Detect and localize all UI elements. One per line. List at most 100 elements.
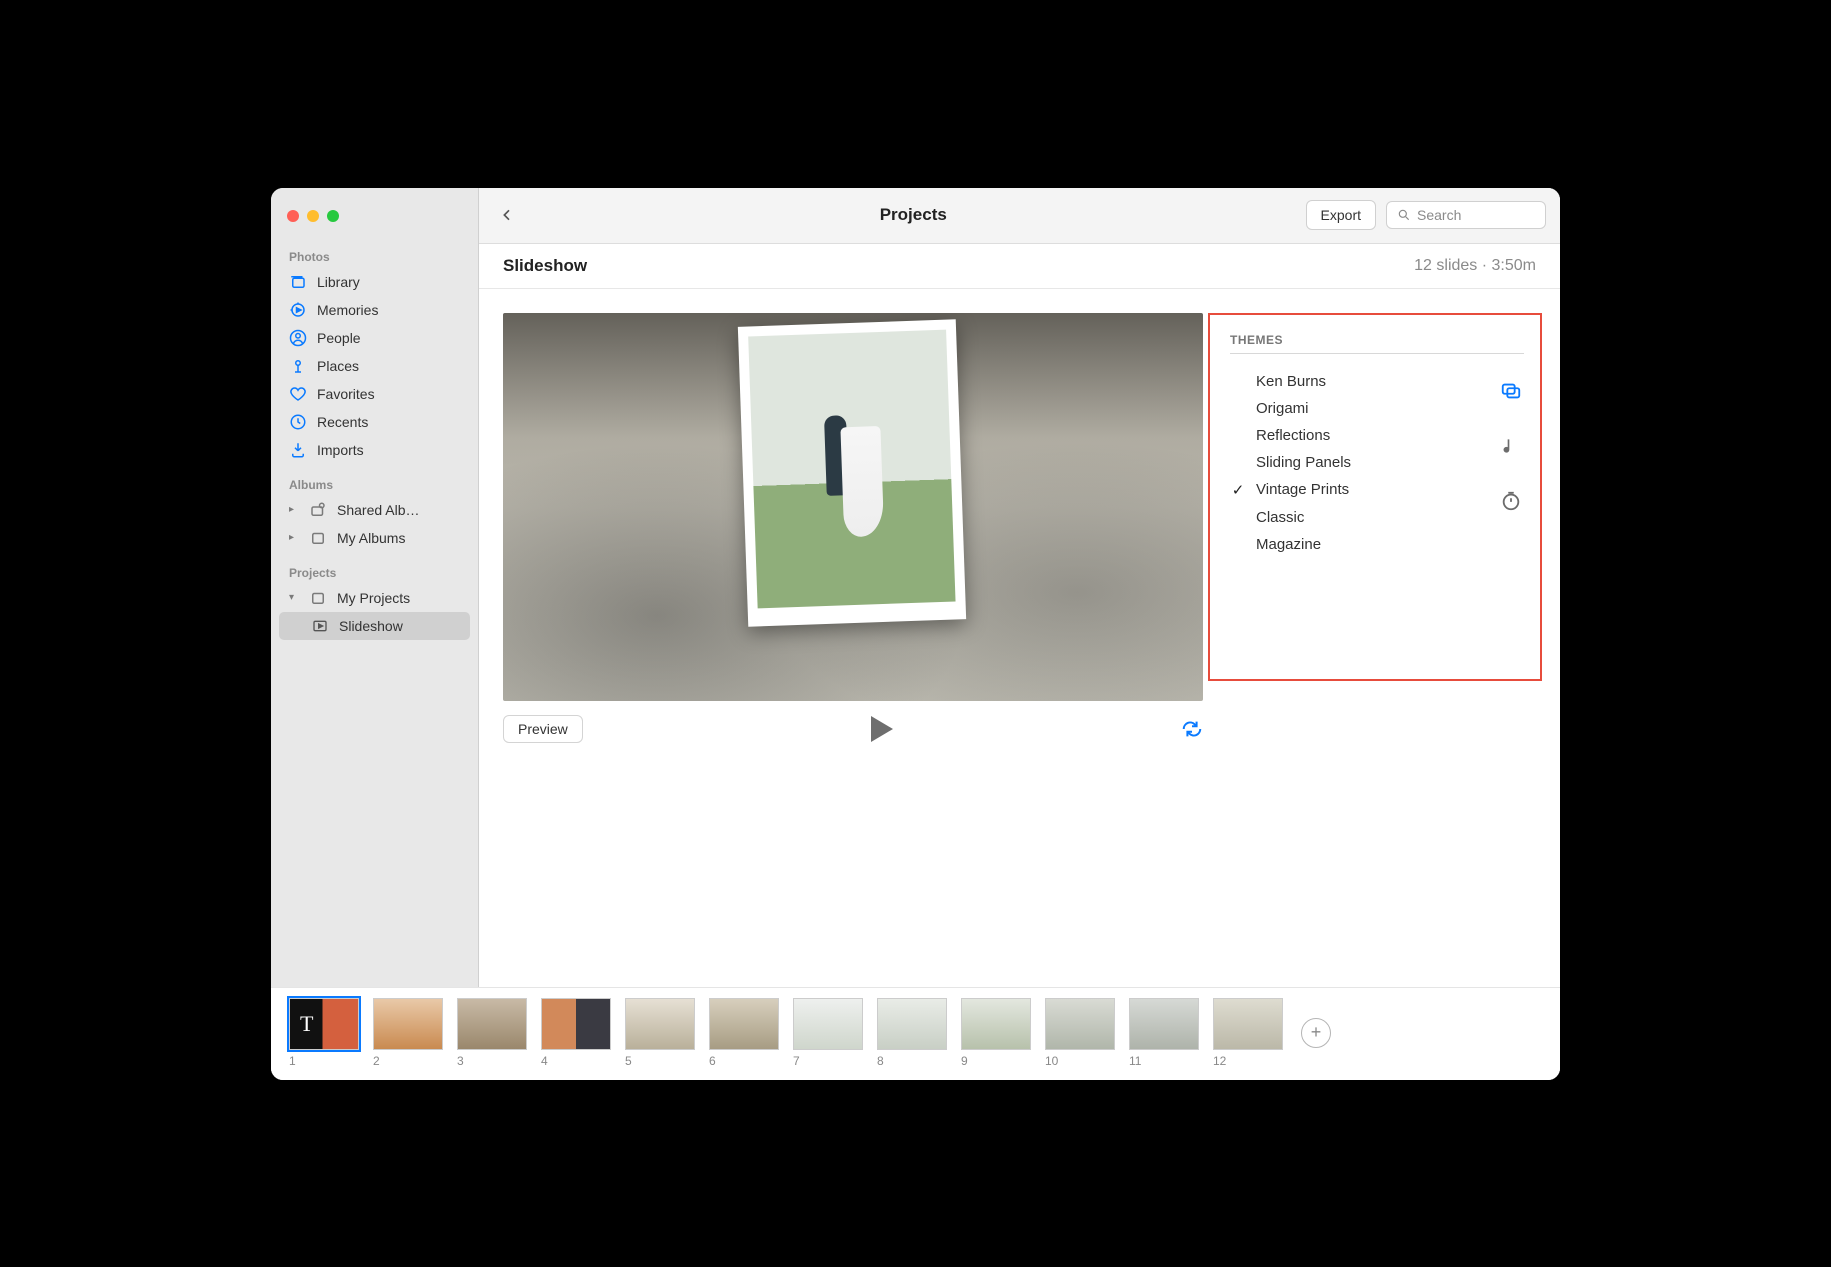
loop-button[interactable]	[1181, 718, 1203, 740]
sidebar-item-memories[interactable]: Memories	[271, 296, 478, 324]
thumbnail-image	[1045, 998, 1115, 1050]
thumbnail-image	[457, 998, 527, 1050]
theme-option-reflections[interactable]: Reflections	[1230, 422, 1484, 449]
thumbnail-number: 10	[1045, 1054, 1115, 1068]
add-slide-button[interactable]: +	[1301, 1018, 1331, 1048]
minimize-window-button[interactable]	[307, 210, 319, 222]
album-icon	[309, 529, 327, 547]
sidebar-item-shared-albums[interactable]: ▸ Shared Alb…	[271, 496, 478, 524]
thumbnail-strip: 1 2 3 4 5 6 7 8 9 10 11 12 +	[271, 987, 1560, 1080]
people-icon	[289, 329, 307, 347]
sidebar-section-projects: Projects ▾ My Projects Slideshow	[271, 556, 478, 644]
sidebar-section-photos: Photos Library Memories People Places Fa…	[271, 240, 478, 468]
sidebar-item-library[interactable]: Library	[271, 268, 478, 296]
shared-album-icon	[309, 501, 327, 519]
thumbnail-7[interactable]: 7	[793, 998, 863, 1068]
close-window-button[interactable]	[287, 210, 299, 222]
theme-option-sliding-panels[interactable]: Sliding Panels	[1230, 449, 1484, 476]
thumbnail-number: 1	[289, 1054, 359, 1068]
thumbnail-2[interactable]: 2	[373, 998, 443, 1068]
thumbnail-number: 8	[877, 1054, 947, 1068]
thumbnail-9[interactable]: 9	[961, 998, 1031, 1068]
thumbnail-image	[625, 998, 695, 1050]
thumbnail-8[interactable]: 8	[877, 998, 947, 1068]
themes-list: Ken Burns Origami Reflections Sliding Pa…	[1230, 368, 1524, 558]
thumbnail-10[interactable]: 10	[1045, 998, 1115, 1068]
thumbnail-number: 4	[541, 1054, 611, 1068]
chevron-right-icon[interactable]: ▸	[289, 504, 299, 515]
theme-option-magazine[interactable]: Magazine	[1230, 531, 1484, 558]
theme-label: Reflections	[1256, 427, 1330, 444]
themes-panel: THEMES Ken Burns Origami Reflections Sli…	[1208, 313, 1542, 681]
toolbar: Projects Export Search	[479, 188, 1560, 244]
slideshow-icon	[311, 617, 329, 635]
sidebar: Photos Library Memories People Places Fa…	[271, 188, 479, 1080]
sidebar-section-albums: Albums ▸ Shared Alb… ▸ My Albums	[271, 468, 478, 556]
thumbnail-image	[373, 998, 443, 1050]
preview-photo-subject	[818, 407, 886, 539]
back-button[interactable]	[493, 201, 521, 229]
imports-icon	[289, 441, 307, 459]
recents-icon	[289, 413, 307, 431]
export-button[interactable]: Export	[1306, 200, 1376, 230]
check-icon: ✓	[1230, 481, 1246, 499]
zoom-window-button[interactable]	[327, 210, 339, 222]
theme-option-ken-burns[interactable]: Ken Burns	[1230, 368, 1484, 395]
sidebar-item-label: Slideshow	[339, 618, 403, 634]
thumbnail-image	[1129, 998, 1199, 1050]
duration-tab-icon[interactable]	[1500, 490, 1522, 512]
toolbar-right: Export Search	[1306, 200, 1546, 230]
theme-option-origami[interactable]: Origami	[1230, 395, 1484, 422]
sidebar-item-recents[interactable]: Recents	[271, 408, 478, 436]
theme-option-vintage-prints[interactable]: ✓Vintage Prints	[1230, 476, 1484, 504]
thumbnail-12[interactable]: 12	[1213, 998, 1283, 1068]
sidebar-item-label: My Albums	[337, 530, 405, 546]
thumbnail-1[interactable]: 1	[289, 998, 359, 1068]
library-icon	[289, 273, 307, 291]
thumbnail-5[interactable]: 5	[625, 998, 695, 1068]
thumbnail-11[interactable]: 11	[1129, 998, 1199, 1068]
thumbnail-4[interactable]: 4	[541, 998, 611, 1068]
preview-column: Preview	[503, 313, 1203, 1080]
page-title: Projects	[521, 205, 1306, 225]
sidebar-item-my-albums[interactable]: ▸ My Albums	[271, 524, 478, 552]
sidebar-item-label: Memories	[317, 302, 378, 318]
search-input[interactable]: Search	[1386, 201, 1546, 229]
thumbnail-image	[1213, 998, 1283, 1050]
sidebar-item-imports[interactable]: Imports	[271, 436, 478, 464]
sidebar-item-slideshow[interactable]: Slideshow	[279, 612, 470, 640]
thumbnail-image	[793, 998, 863, 1050]
sidebar-item-people[interactable]: People	[271, 324, 478, 352]
themes-tab-icon[interactable]	[1500, 380, 1522, 402]
sidebar-item-label: People	[317, 330, 361, 346]
sidebar-item-label: Recents	[317, 414, 368, 430]
theme-option-classic[interactable]: Classic	[1230, 504, 1484, 531]
sidebar-item-label: Favorites	[317, 386, 375, 402]
thumbnail-6[interactable]: 6	[709, 998, 779, 1068]
thumbnail-number: 5	[625, 1054, 695, 1068]
places-icon	[289, 357, 307, 375]
slideshow-preview[interactable]	[503, 313, 1203, 701]
chevron-down-icon[interactable]: ▾	[289, 592, 299, 603]
search-icon	[1397, 208, 1411, 222]
thumbnail-number: 12	[1213, 1054, 1283, 1068]
subheader: Slideshow 12 slides · 3:50m	[479, 244, 1560, 289]
sidebar-heading-albums: Albums	[271, 472, 478, 496]
favorites-icon	[289, 385, 307, 403]
thumbnail-image	[877, 998, 947, 1050]
chevron-right-icon[interactable]: ▸	[289, 532, 299, 543]
music-tab-icon[interactable]	[1501, 436, 1521, 456]
project-folder-icon	[309, 589, 327, 607]
sidebar-item-places[interactable]: Places	[271, 352, 478, 380]
sidebar-item-favorites[interactable]: Favorites	[271, 380, 478, 408]
search-placeholder: Search	[1417, 207, 1461, 223]
thumbnail-image	[709, 998, 779, 1050]
thumbnail-number: 11	[1129, 1054, 1199, 1068]
thumbnail-number: 7	[793, 1054, 863, 1068]
preview-button[interactable]: Preview	[503, 715, 583, 743]
thumbnail-number: 9	[961, 1054, 1031, 1068]
project-meta: 12 slides · 3:50m	[1414, 257, 1536, 275]
sidebar-item-my-projects[interactable]: ▾ My Projects	[271, 584, 478, 612]
play-button[interactable]	[871, 716, 893, 742]
thumbnail-3[interactable]: 3	[457, 998, 527, 1068]
